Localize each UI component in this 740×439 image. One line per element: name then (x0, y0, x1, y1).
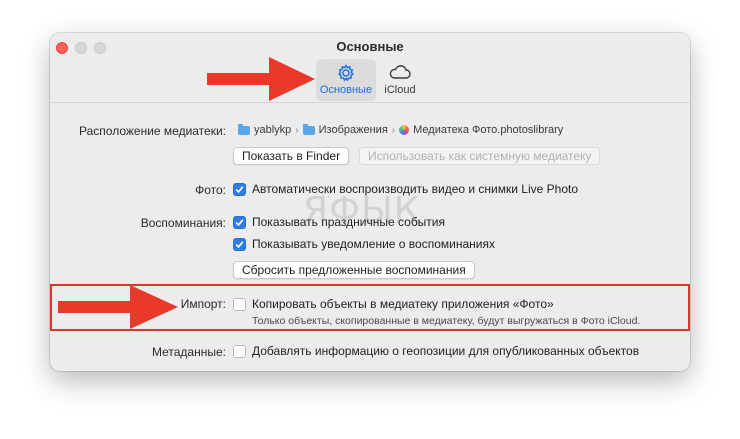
library-location-label: Расположение медиатеки: (79, 124, 226, 138)
chevron-right-icon: › (391, 124, 396, 136)
geolocation-checkbox[interactable] (233, 345, 246, 358)
memories-notification-checkbox[interactable] (233, 238, 246, 251)
memories-notification-label: Показывать уведомление о воспоминаниях (252, 237, 495, 251)
autoplay-checkbox[interactable] (233, 183, 246, 196)
photos-library-icon (399, 125, 410, 135)
library-path: yablykp › Изображения › Медиатека Фото.p… (238, 123, 564, 136)
checkmark-icon (235, 241, 244, 249)
path-user: yablykp (254, 124, 292, 136)
folder-icon (302, 123, 315, 135)
reset-suggested-memories-button[interactable]: Сбросить предложенные воспоминания (233, 261, 475, 279)
cloud-icon (389, 65, 411, 79)
show-in-finder-button[interactable]: Показать в Finder (233, 147, 350, 165)
window-title: Основные (336, 39, 404, 54)
folder-icon (238, 123, 250, 135)
gear-icon (337, 64, 355, 82)
holiday-events-checkbox[interactable] (233, 216, 246, 229)
arrow-to-import-icon (58, 285, 178, 329)
geolocation-label: Добавлять информацию о геопозиции для оп… (252, 344, 640, 358)
chevron-right-icon: › (295, 124, 299, 136)
tab-general-label: Основные (319, 84, 373, 96)
path-library: Медиатека Фото.photoslibrary (413, 124, 564, 136)
path-pictures: Изображения (318, 124, 388, 136)
titlebar: Основные Основные iCloud (50, 33, 690, 103)
tab-icloud[interactable]: iCloud (380, 59, 420, 101)
checkmark-icon (235, 186, 244, 194)
memories-label: Воспоминания: (140, 216, 226, 230)
arrow-to-general-tab-icon (207, 57, 315, 101)
metadata-label: Метаданные: (151, 345, 226, 359)
photos-label: Фото: (195, 183, 226, 197)
use-as-system-library-button[interactable]: Использовать как системную медиатеку (359, 147, 601, 165)
tab-general[interactable]: Основные (316, 59, 376, 101)
checkmark-icon (235, 219, 244, 227)
holiday-events-label: Показывать праздничные события (252, 215, 446, 229)
tab-icloud-label: iCloud (384, 84, 416, 96)
